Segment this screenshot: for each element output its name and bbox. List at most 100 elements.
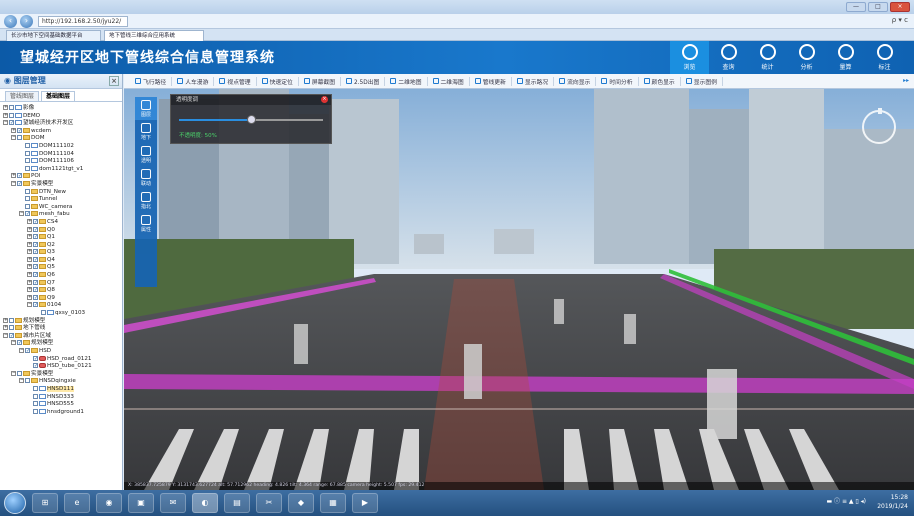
tree-node-label[interactable]: Tunnel [39,196,57,202]
back-icon[interactable]: ‹ [4,15,17,28]
collapse-icon[interactable]: − [19,211,24,217]
expand-icon[interactable]: + [27,264,32,270]
opacity-slider-handle[interactable] [247,115,256,124]
toolbar-button[interactable]: 显示路况 [512,76,555,86]
layer-checkbox[interactable] [33,393,38,399]
expand-icon[interactable]: + [27,234,32,240]
layer-checkbox[interactable]: ✓ [33,279,38,285]
layer-checkbox[interactable]: ✓ [33,272,38,278]
tree-node[interactable]: + ✓ Q5 [0,264,122,272]
tree-node[interactable]: + ✓ Q0 [0,226,122,235]
taskbar-app[interactable]: ✉ [160,493,186,513]
layer-checkbox[interactable] [9,325,14,331]
toolbar-button[interactable]: 视点管理 [214,76,257,86]
collapse-icon[interactable]: − [11,340,16,346]
tree-node[interactable]: HNSD111 [0,385,122,394]
tree-node-label[interactable]: 城市片区域 [23,333,51,339]
tree-node-label[interactable]: DOM111106 [39,158,74,164]
layer-checkbox[interactable] [9,105,14,110]
tree-node-label[interactable]: Q2 [47,242,55,248]
tree-node-label[interactable]: CS4 [47,219,58,225]
layer-checkbox[interactable] [17,370,22,376]
address-tools[interactable]: ρ ▾ c [892,16,908,24]
nav-globe[interactable]: 浏览 [670,41,709,74]
taskbar-app[interactable]: ◐ [192,493,218,513]
tree-node-label[interactable]: 0104 [47,302,61,308]
tree-node-label[interactable]: Q7 [47,280,55,286]
side-tool-button[interactable]: 图层 [135,97,157,120]
layer-checkbox[interactable]: ✓ [33,241,38,247]
url-field[interactable]: http://192.168.2.50/jyu22/ [38,16,128,27]
tree-node-label[interactable]: HNSD555 [47,401,74,407]
collapse-icon[interactable]: − [19,378,24,384]
compass-icon[interactable] [862,108,896,144]
tree-node-label[interactable]: Q4 [47,257,55,263]
tree-node-label[interactable]: HNSD111 [47,385,74,392]
layer-checkbox[interactable] [33,408,38,414]
collapse-icon[interactable]: − [3,120,8,126]
toolbar-button[interactable]: 2.5D出图 [341,76,386,86]
tree-node-label[interactable]: HSD [39,348,51,354]
expand-icon[interactable]: + [27,226,32,232]
layer-checkbox[interactable] [25,203,30,209]
tree-node-label[interactable]: 规划模型 [31,340,53,346]
tree-node-label[interactable]: Q9 [47,295,55,301]
tree-node[interactable]: − ✓ mesh_fabu [0,211,122,219]
nav-pin[interactable]: 标注 [865,41,904,74]
tree-node-label[interactable]: DOM111104 [39,151,74,157]
layer-checkbox[interactable] [25,150,30,156]
tree-node[interactable]: + ✓ Q3 [0,249,122,257]
layer-checkbox[interactable]: ✓ [25,211,30,217]
taskbar-app[interactable]: ◆ [288,493,314,513]
tree-node[interactable]: + 地下管线 [0,325,122,333]
start-button[interactable] [4,492,26,514]
layer-checkbox[interactable] [9,112,14,118]
taskbar-app[interactable]: ▣ [128,493,154,513]
tree-node[interactable]: − ✓ 实景模型 [0,180,122,189]
tree-node[interactable]: HNSD333 [0,393,122,402]
tab-base-layers[interactable]: 基础图层 [41,91,76,101]
nav-chart[interactable]: 统计 [748,41,787,74]
layer-checkbox[interactable]: ✓ [33,294,38,300]
layer-checkbox[interactable]: ✓ [17,127,22,133]
layer-checkbox[interactable] [17,135,22,141]
tab-pipeline-layers[interactable]: 管线图层 [5,91,40,101]
expand-icon[interactable]: + [11,173,16,179]
tree-node[interactable]: + ✓ Q1 [0,234,122,242]
tree-node[interactable]: ✓ HSD_tube_0121 [0,363,122,371]
collapse-icon[interactable]: − [19,348,24,353]
tree-node-label[interactable]: Q6 [47,272,55,278]
tree-node-label[interactable]: mesh_fabu [39,211,70,217]
tree-node[interactable]: + ✓ Q7 [0,279,122,288]
tree-node[interactable]: + 规划模型 [0,317,122,326]
browser-tab-2[interactable]: 地下管线三维综合应用系统 [104,30,204,41]
expand-icon[interactable]: + [11,127,16,133]
expand-icon[interactable]: + [27,249,32,255]
tree-node[interactable]: − ✓ 规划模型 [0,340,122,348]
tree-node-label[interactable]: qxsy_0103 [55,310,85,316]
nav-analysis[interactable]: 分析 [787,41,826,74]
tree-node[interactable]: + ✓ Q2 [0,241,122,250]
expand-icon[interactable]: + [27,218,32,224]
collapse-icon[interactable]: − [11,370,16,376]
tree-node-label[interactable]: dom1121tgt_v1 [39,166,83,172]
tree-node[interactable]: + ✓ Q9 [0,294,122,303]
layer-checkbox[interactable] [33,385,38,391]
tree-node-label[interactable]: 望城经济技术开发区 [23,120,73,126]
tree-node-label[interactable]: 地下管线 [23,325,45,331]
layer-checkbox[interactable] [25,196,30,202]
collapse-icon[interactable]: − [11,135,16,141]
layer-checkbox[interactable]: ✓ [33,234,38,240]
tree-node-label[interactable]: DOM [31,135,45,141]
layer-checkbox[interactable]: ✓ [17,173,22,179]
minimize-button[interactable]: — [846,2,866,12]
expand-icon[interactable]: + [27,272,32,278]
layer-checkbox[interactable] [33,401,38,407]
tree-node[interactable]: − ✓ 城市片区域 [0,332,122,341]
tree-node[interactable]: + ✓ POI [0,173,122,181]
layer-checkbox[interactable]: ✓ [33,287,38,293]
tree-node[interactable]: hnsdground1 [0,408,122,417]
tree-node[interactable]: qxsy_0103 [0,310,122,318]
layer-checkbox[interactable] [25,165,30,171]
tree-node[interactable]: + ✓ Q4 [0,256,122,265]
